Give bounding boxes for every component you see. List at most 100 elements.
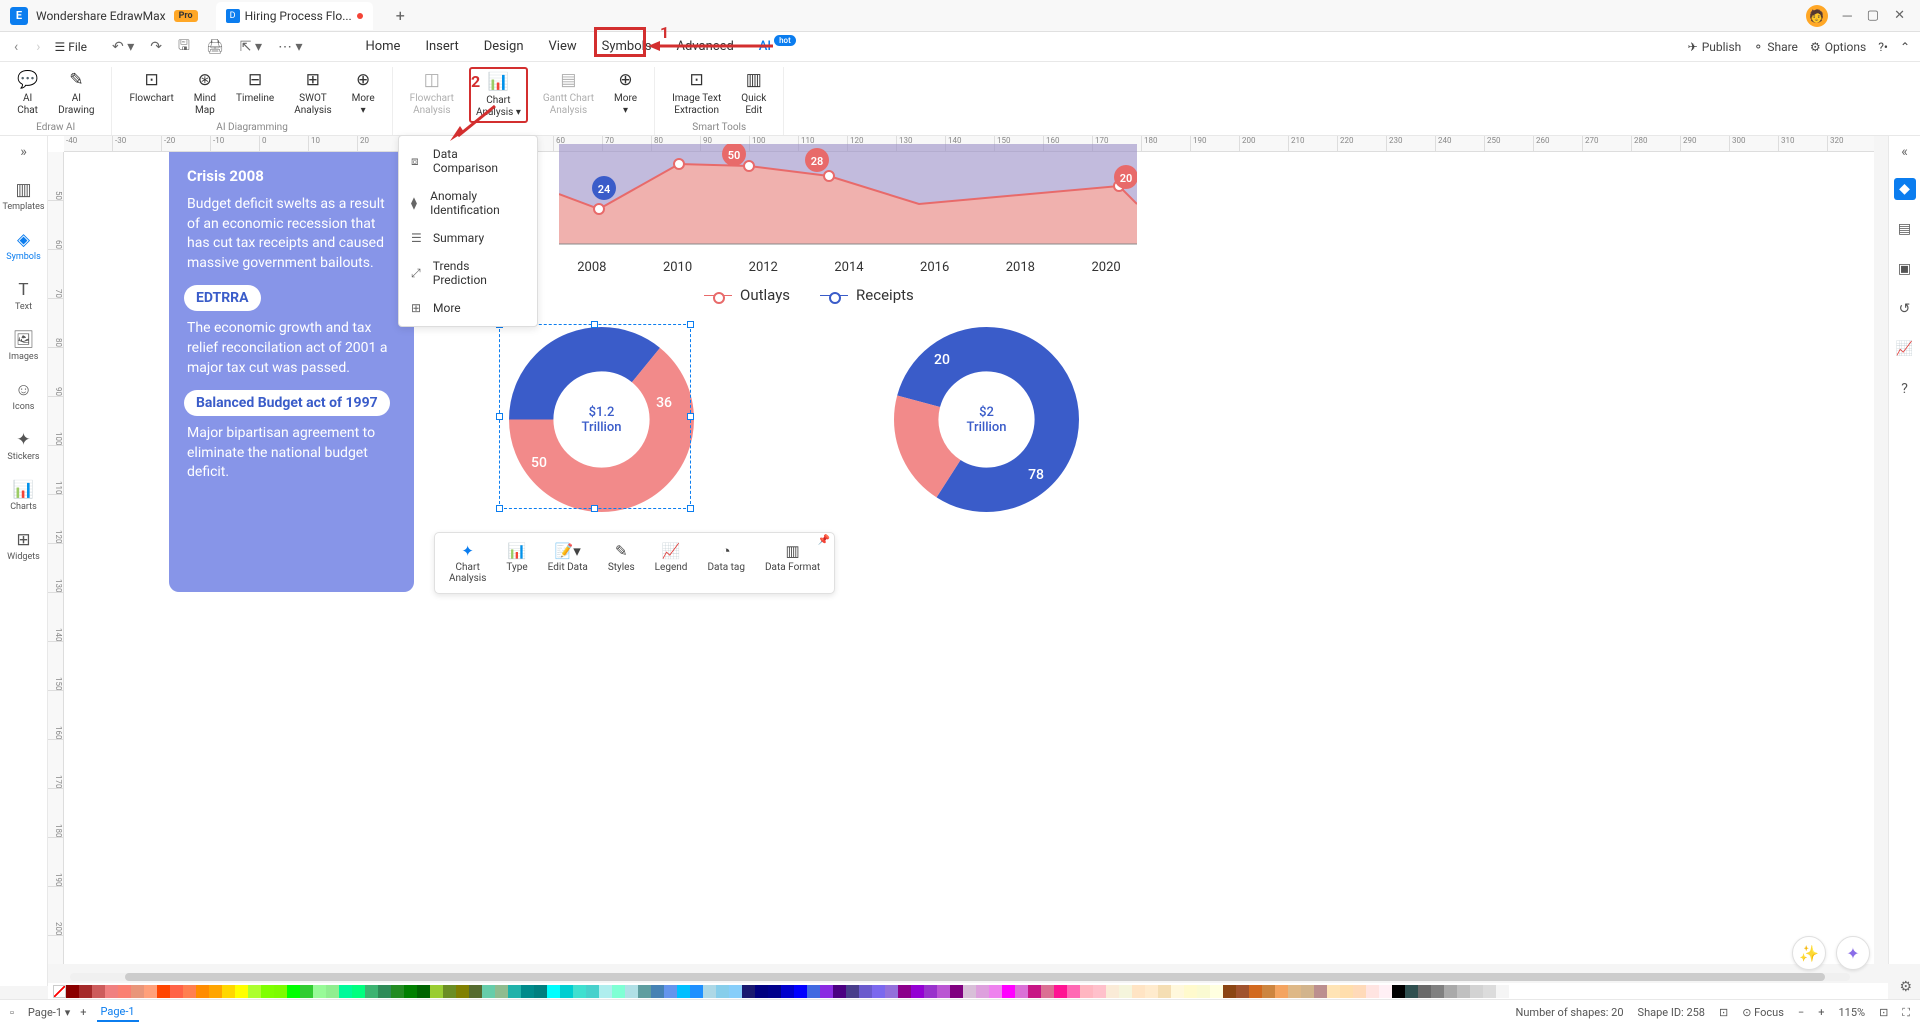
color-swatch[interactable] (1483, 985, 1496, 998)
color-swatch[interactable] (1262, 985, 1275, 998)
color-swatch[interactable] (1054, 985, 1067, 998)
resize-handle-e[interactable] (687, 413, 694, 420)
color-swatch[interactable] (807, 985, 820, 998)
fullscreen-icon[interactable]: ⛶ (1902, 1006, 1910, 1020)
color-swatch[interactable] (1496, 985, 1509, 998)
float-data-tag[interactable]: ◔Data tag (701, 539, 751, 587)
color-swatch[interactable] (534, 985, 547, 998)
color-swatch[interactable] (911, 985, 924, 998)
collapse-right-sidebar-icon[interactable]: « (1901, 144, 1908, 160)
color-swatch[interactable] (326, 985, 339, 998)
tab-design[interactable]: Design (484, 35, 524, 58)
timeline-button[interactable]: ⊟Timeline (231, 67, 279, 119)
color-swatch[interactable] (1223, 985, 1236, 998)
color-swatch[interactable] (1314, 985, 1327, 998)
page-tab-1[interactable]: Page-1 (97, 1003, 139, 1022)
color-swatch[interactable] (443, 985, 456, 998)
color-swatch[interactable] (495, 985, 508, 998)
color-swatch[interactable] (898, 985, 911, 998)
options-button[interactable]: ⚙ Options (1810, 40, 1866, 54)
color-swatch[interactable] (989, 985, 1002, 998)
color-swatch[interactable] (1093, 985, 1106, 998)
tab-view[interactable]: View (549, 35, 577, 58)
expand-sidebar-icon[interactable]: » (20, 144, 27, 160)
settings-gear-icon[interactable]: ⚙ (1899, 979, 1912, 995)
color-swatch[interactable] (833, 985, 846, 998)
color-swatch[interactable] (1275, 985, 1288, 998)
color-swatch[interactable] (508, 985, 521, 998)
color-swatch[interactable] (222, 985, 235, 998)
color-swatch[interactable] (1106, 985, 1119, 998)
color-swatch[interactable] (950, 985, 963, 998)
info-card[interactable]: Crisis 2008 Budget deficit swelts as a r… (169, 152, 414, 592)
close-button[interactable]: ✕ (1894, 8, 1905, 23)
color-swatch[interactable] (768, 985, 781, 998)
color-swatch[interactable] (1041, 985, 1054, 998)
color-swatch[interactable] (1002, 985, 1015, 998)
color-swatch[interactable] (1392, 985, 1405, 998)
color-swatch[interactable] (625, 985, 638, 998)
color-swatch[interactable] (1158, 985, 1171, 998)
fab-magic[interactable]: ✦ (1836, 936, 1870, 970)
collapse-ribbon[interactable]: ⌃ (1900, 40, 1910, 54)
color-swatch[interactable] (1327, 985, 1340, 998)
color-swatch[interactable] (456, 985, 469, 998)
color-swatch[interactable] (781, 985, 794, 998)
color-swatch[interactable] (1132, 985, 1145, 998)
sidebar-stickers[interactable]: ✦Stickers (7, 427, 39, 465)
resize-handle-w[interactable] (496, 413, 503, 420)
resize-handle-n[interactable] (591, 321, 598, 328)
right-sidebar-analytics[interactable]: 📈 (1894, 338, 1916, 360)
right-sidebar-styles[interactable]: ◆ (1894, 178, 1916, 200)
color-swatch[interactable] (417, 985, 430, 998)
right-sidebar-history[interactable]: ↺ (1894, 298, 1916, 320)
more-analysis-button[interactable]: ⊕More▾ (609, 67, 642, 123)
ai-chat-button[interactable]: 💬AIChat (12, 67, 43, 119)
color-swatch[interactable] (261, 985, 274, 998)
canvas[interactable]: Crisis 2008 Budget deficit swelts as a r… (64, 152, 1874, 964)
page-dropdown[interactable]: Page-1 ▾ (28, 1006, 70, 1019)
zoom-fit-icon[interactable]: ⊡ (1879, 1006, 1888, 1019)
color-swatch[interactable] (976, 985, 989, 998)
color-swatch[interactable] (729, 985, 742, 998)
color-swatch[interactable] (404, 985, 417, 998)
pin-icon[interactable]: 📌 (818, 535, 830, 546)
color-swatch[interactable] (716, 985, 729, 998)
color-swatch[interactable] (157, 985, 170, 998)
color-swatch[interactable] (1366, 985, 1379, 998)
color-swatch[interactable] (1288, 985, 1301, 998)
maximize-button[interactable]: ▢ (1867, 8, 1879, 23)
sidebar-templates[interactable]: ▥Templates (2, 177, 44, 215)
file-menu[interactable]: ☰ File (54, 40, 87, 54)
color-swatch[interactable] (937, 985, 950, 998)
sidebar-text[interactable]: TText (15, 277, 32, 315)
color-swatch[interactable] (690, 985, 703, 998)
color-swatch[interactable] (391, 985, 404, 998)
zoom-level[interactable]: 115% (1838, 1006, 1865, 1019)
color-swatch[interactable] (274, 985, 287, 998)
color-swatch[interactable] (586, 985, 599, 998)
color-swatch[interactable] (560, 985, 573, 998)
color-swatch[interactable] (1457, 985, 1470, 998)
ai-drawing-button[interactable]: ✎AIDrawing (53, 67, 99, 119)
float-data-format[interactable]: ▥Data Format (759, 539, 826, 587)
color-swatch[interactable] (339, 985, 352, 998)
color-swatch[interactable] (885, 985, 898, 998)
flowchart-button[interactable]: ⊡Flowchart (124, 67, 178, 119)
resize-handle-s[interactable] (591, 505, 598, 512)
color-swatch[interactable] (365, 985, 378, 998)
color-swatch[interactable] (755, 985, 768, 998)
selection-box[interactable] (499, 324, 691, 509)
color-swatch[interactable] (118, 985, 131, 998)
quick-edit-button[interactable]: ▥QuickEdit (736, 67, 771, 119)
color-swatch[interactable] (820, 985, 833, 998)
color-swatch[interactable] (352, 985, 365, 998)
resize-handle-se[interactable] (687, 505, 694, 512)
color-swatch[interactable] (287, 985, 300, 998)
back-button[interactable]: ‹ (10, 37, 22, 57)
color-swatch[interactable] (105, 985, 118, 998)
color-swatch[interactable] (1379, 985, 1392, 998)
fit-icon[interactable]: ⊡ (1719, 1006, 1728, 1019)
sidebar-charts[interactable]: 📊Charts (10, 477, 37, 515)
color-swatch[interactable] (66, 985, 79, 998)
